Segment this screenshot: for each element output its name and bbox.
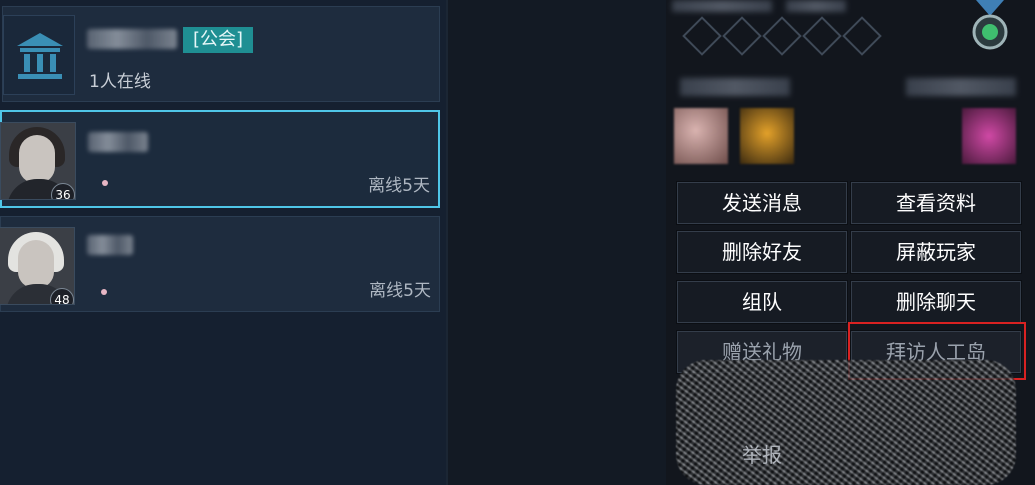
signature-blurred [906, 78, 1016, 96]
status-dot [101, 289, 107, 295]
emblem-icon [802, 16, 842, 56]
friend-row[interactable]: 48 离线5天 [0, 216, 440, 312]
medal-icon [972, 0, 1008, 50]
showcase-item[interactable] [674, 108, 728, 164]
emblem-icon [682, 16, 722, 56]
showcase-item[interactable] [962, 108, 1016, 164]
emblem-icon [842, 16, 882, 56]
emblem-icon [722, 16, 762, 56]
view-profile-button[interactable]: 查看资料 [850, 181, 1022, 225]
last-online-status: 离线5天 [369, 281, 431, 301]
delete-friend-button[interactable]: 删除好友 [676, 230, 848, 274]
player-id-blurred [786, 0, 846, 12]
guild-entry[interactable]: [公会] 1人在线 [2, 6, 440, 102]
avatar: 48 [0, 227, 75, 305]
last-online-status: 离线5天 [368, 176, 430, 196]
panel-divider [446, 0, 448, 485]
friend-row[interactable]: 36 离线5天 [0, 110, 440, 208]
friend-list-panel: [公会] 1人在线 36 离线5天 48 离线5天 [0, 0, 446, 485]
showcase-item[interactable] [740, 108, 794, 164]
guild-tag: [公会] [183, 27, 254, 53]
delete-chat-button[interactable]: 删除聊天 [850, 280, 1022, 324]
report-button[interactable]: 举报 [677, 435, 847, 475]
level-badge: 48 [50, 288, 74, 304]
guild-online-count: 1人在线 [89, 72, 151, 92]
bank-building-icon [17, 33, 63, 79]
status-dot [102, 180, 108, 186]
level-badge: 36 [51, 183, 75, 199]
friend-name-blurred [88, 132, 148, 152]
block-player-button[interactable]: 屏蔽玩家 [850, 230, 1022, 274]
player-name-blurred [672, 0, 772, 12]
send-message-button[interactable]: 发送消息 [676, 181, 848, 225]
emblem-icon [762, 16, 802, 56]
signature-blurred [680, 78, 790, 96]
guild-name-blurred [87, 29, 177, 49]
friend-name-blurred [87, 235, 133, 255]
team-up-button[interactable]: 组队 [676, 280, 848, 324]
guild-icon-frame [3, 15, 75, 95]
avatar: 36 [0, 122, 76, 200]
